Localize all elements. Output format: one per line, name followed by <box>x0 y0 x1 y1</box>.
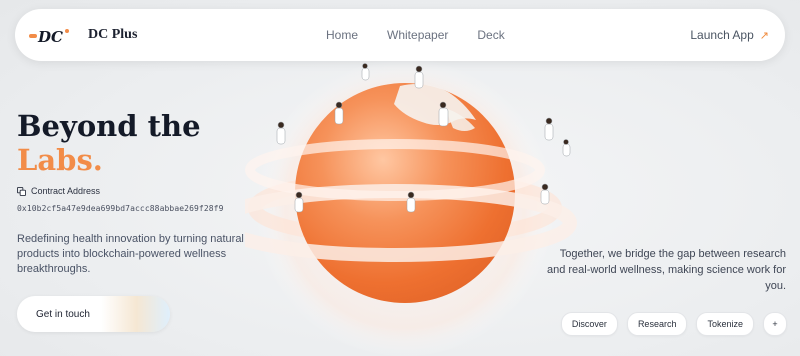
nav-links: Home Whitepaper Deck <box>326 28 505 42</box>
contract-address-label[interactable]: Contract Address <box>17 186 100 196</box>
launch-app-button[interactable]: Launch App ↗ <box>690 28 769 42</box>
hero-title-line1: Beyond the <box>17 109 201 143</box>
top-navbar: DC DC Plus Home Whitepaper Deck Launch A… <box>15 9 785 61</box>
discover-chip[interactable]: Discover <box>560 312 618 336</box>
tokenize-chip[interactable]: Tokenize <box>696 312 754 336</box>
research-chip[interactable]: Research <box>626 312 688 336</box>
contract-label-text: Contract Address <box>31 186 101 196</box>
dc-logo-icon[interactable]: DC <box>29 27 73 45</box>
brand-name[interactable]: DC Plus <box>88 27 137 43</box>
nav-link-whitepaper[interactable]: Whitepaper <box>387 28 448 42</box>
nav-link-deck[interactable]: Deck <box>477 28 504 42</box>
arrow-up-right-icon: ↗ <box>759 29 769 42</box>
mission-text: Together, we bridge the gap between rese… <box>546 248 786 292</box>
contract-address-value[interactable]: 0x10b2cf5a47e9dea699bd7accc88abbae269f28… <box>17 204 224 213</box>
hero-orb-illustration <box>245 58 577 356</box>
action-chips: Discover Research Tokenize + <box>560 312 787 336</box>
hero-title: Beyond the Labs. <box>17 109 201 177</box>
nav-link-home[interactable]: Home <box>326 28 358 42</box>
launch-app-label: Launch App <box>690 28 754 42</box>
copy-icon[interactable] <box>17 186 26 196</box>
plus-chip[interactable]: + <box>763 312 787 336</box>
get-in-touch-button[interactable]: Get in touch <box>17 296 170 332</box>
hero-title-line2: Labs. <box>17 143 103 177</box>
svg-text:DC: DC <box>37 28 63 45</box>
hero-description: Redefining health innovation by turning … <box>17 233 244 275</box>
